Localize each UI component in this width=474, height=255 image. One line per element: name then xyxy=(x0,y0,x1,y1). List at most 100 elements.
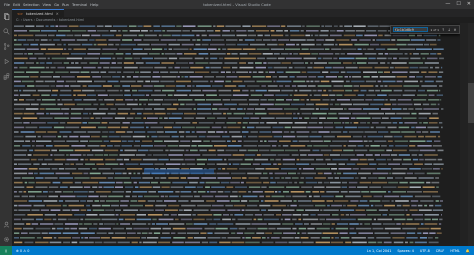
code-token xyxy=(51,94,58,96)
problems-status[interactable]: ⊗ 0 ⚠ 0 xyxy=(16,249,29,253)
code-token xyxy=(151,223,155,225)
code-token xyxy=(418,154,423,156)
code-token xyxy=(44,214,56,216)
minimap[interactable] xyxy=(460,23,468,246)
menu-view[interactable]: View xyxy=(43,3,52,7)
code-token xyxy=(329,154,340,156)
previous-match-icon[interactable]: ↑ xyxy=(441,28,445,32)
code-editor[interactable] xyxy=(12,23,474,246)
menu-go[interactable]: Go xyxy=(54,3,59,7)
menu-run[interactable]: Run xyxy=(62,3,69,7)
code-token xyxy=(284,126,291,129)
search-icon[interactable] xyxy=(3,28,10,35)
code-token xyxy=(215,76,225,78)
indentation-status[interactable]: Spaces: 4 xyxy=(397,249,413,253)
code-token xyxy=(249,71,252,73)
code-token xyxy=(224,57,240,60)
code-token xyxy=(247,204,258,207)
code-token xyxy=(270,181,276,184)
code-token xyxy=(176,25,182,27)
vertical-scrollbar[interactable] xyxy=(468,23,474,246)
code-token xyxy=(39,126,52,129)
code-token xyxy=(82,154,86,156)
code-token xyxy=(367,158,374,161)
code-token xyxy=(331,168,337,170)
code-token xyxy=(402,108,408,110)
code-token xyxy=(100,237,110,239)
extensions-icon[interactable] xyxy=(3,73,10,80)
source-control-icon[interactable] xyxy=(3,43,10,50)
code-token xyxy=(105,200,120,202)
line-ending-status[interactable]: CRLF xyxy=(436,249,445,253)
code-token xyxy=(382,80,396,83)
run-debug-icon[interactable] xyxy=(3,58,10,65)
code-token xyxy=(57,99,61,101)
code-token xyxy=(292,195,307,198)
code-token xyxy=(26,71,39,73)
code-token xyxy=(334,122,342,124)
maximize-icon[interactable]: ☐ xyxy=(456,1,460,7)
code-token xyxy=(282,209,295,211)
account-icon[interactable] xyxy=(3,221,10,228)
menu-edit[interactable]: Edit xyxy=(13,3,20,7)
cursor-position[interactable]: Ln 1, Col 2041 xyxy=(367,249,392,253)
code-token xyxy=(185,131,190,133)
language-mode[interactable]: HTML xyxy=(450,249,459,253)
code-token xyxy=(279,85,284,87)
code-token xyxy=(396,80,403,83)
code-token xyxy=(36,112,45,115)
code-token xyxy=(437,76,442,78)
menu-selection[interactable]: Selection xyxy=(23,3,40,7)
code-token xyxy=(270,149,284,152)
code-token xyxy=(235,186,247,188)
code-token xyxy=(70,112,82,115)
code-token xyxy=(30,43,39,46)
code-token xyxy=(55,71,69,73)
close-icon[interactable]: ✕ xyxy=(467,1,471,7)
close-tab-icon[interactable]: ✕ xyxy=(56,12,59,16)
next-match-icon[interactable]: ↓ xyxy=(447,28,451,32)
code-token xyxy=(384,85,388,87)
explorer-icon[interactable] xyxy=(3,13,10,20)
code-token xyxy=(259,149,270,152)
menu-terminal[interactable]: Terminal xyxy=(72,3,87,7)
code-token xyxy=(409,76,415,78)
code-token xyxy=(153,232,161,234)
code-token xyxy=(316,227,330,230)
menu-file[interactable]: File xyxy=(4,3,10,7)
code-token xyxy=(160,71,169,73)
code-token xyxy=(53,39,60,41)
close-find-icon[interactable]: ✕ xyxy=(453,28,457,32)
code-token xyxy=(281,177,285,179)
code-token xyxy=(345,30,355,32)
code-token xyxy=(355,227,372,230)
code-token xyxy=(417,145,432,147)
code-token xyxy=(99,62,110,64)
code-token xyxy=(309,48,325,50)
tab-tokenized-html[interactable]: <> tokenized.html ✕ xyxy=(12,9,64,17)
code-token xyxy=(350,117,356,119)
encoding-status[interactable]: UTF-8 xyxy=(420,249,430,253)
menu-help[interactable]: Help xyxy=(90,3,98,7)
code-token xyxy=(360,177,367,179)
code-token xyxy=(300,99,305,101)
code-token xyxy=(100,145,106,147)
remote-indicator-icon[interactable]: ⟩⟨ xyxy=(0,246,12,255)
code-token xyxy=(112,191,125,193)
code-token xyxy=(387,177,393,179)
minimize-icon[interactable]: — xyxy=(445,1,450,7)
code-token xyxy=(334,177,339,179)
code-token xyxy=(330,30,336,32)
code-token xyxy=(81,237,84,239)
settings-icon[interactable] xyxy=(3,236,10,243)
code-token xyxy=(14,71,25,73)
scrollbar-thumb[interactable] xyxy=(468,83,474,123)
find-input[interactable]: f1c1b1d8c9 xyxy=(393,27,429,32)
code-token xyxy=(25,135,36,138)
code-token xyxy=(310,34,313,37)
code-token xyxy=(372,122,379,124)
notifications-icon[interactable]: 🔔 xyxy=(466,249,470,253)
code-token xyxy=(25,126,38,129)
code-token xyxy=(14,172,28,175)
code-token xyxy=(168,154,183,156)
